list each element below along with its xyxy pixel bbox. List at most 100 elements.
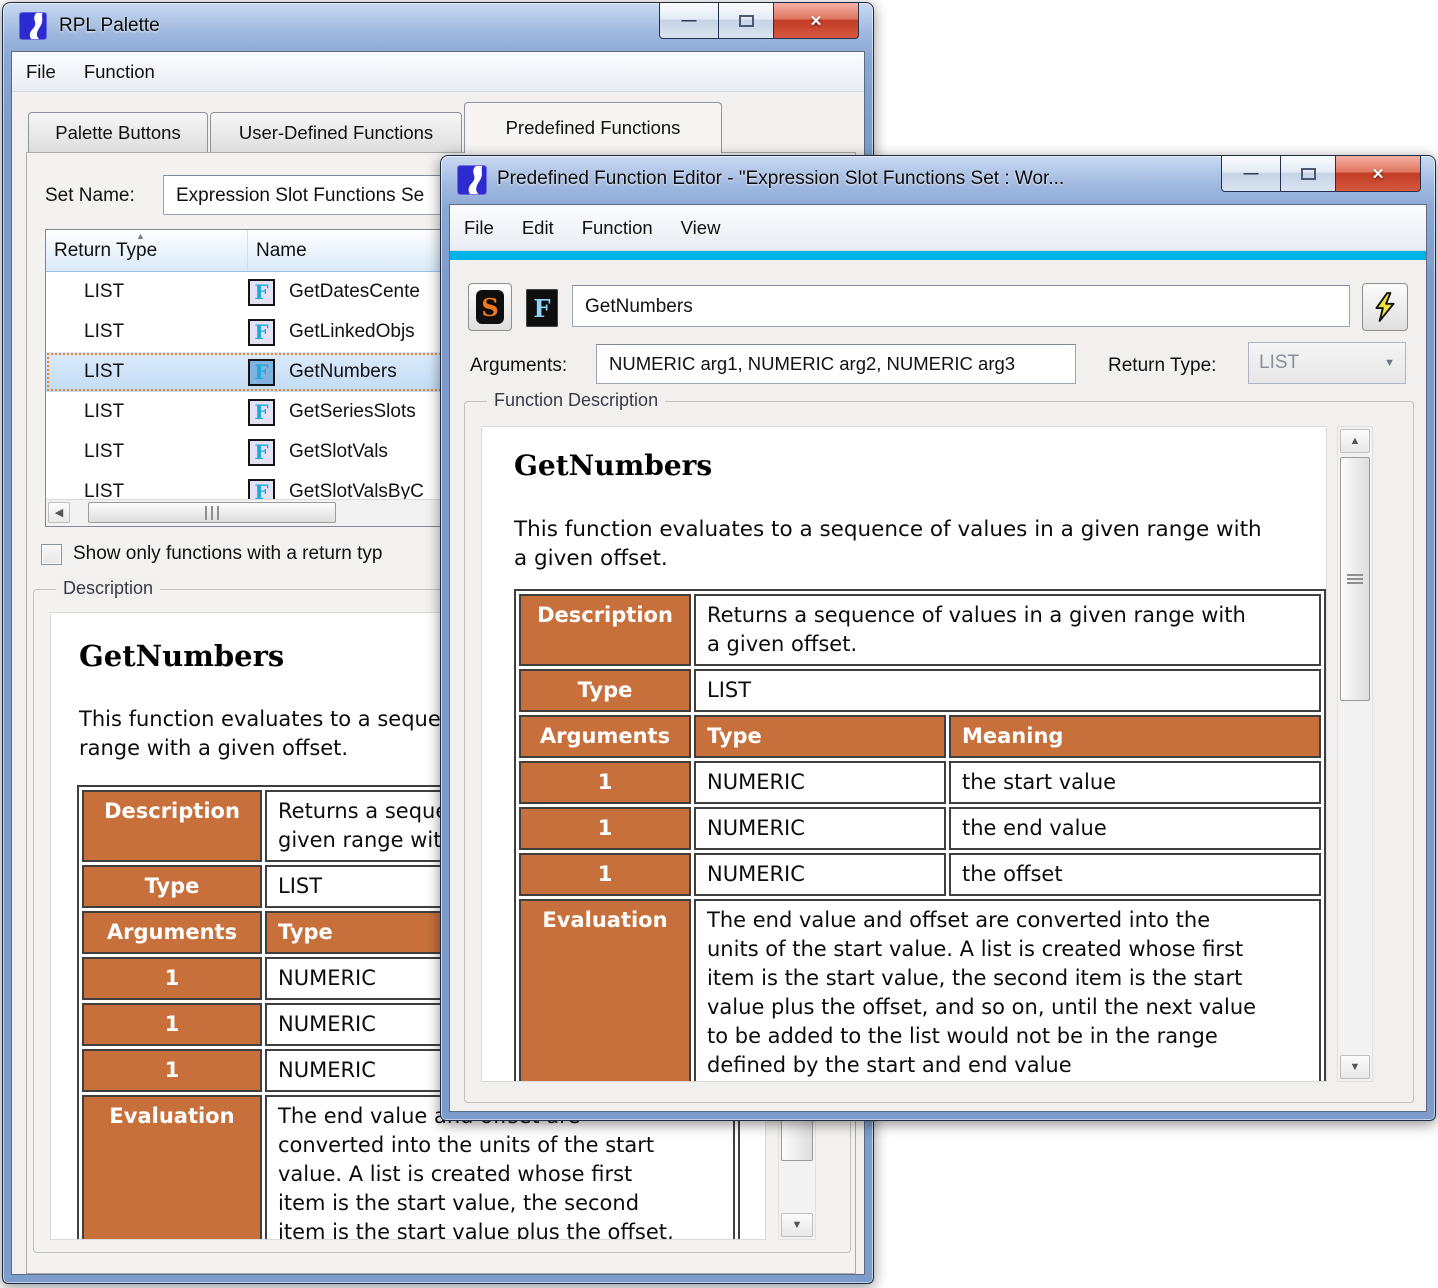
scroll-left-button[interactable]: ◀: [48, 502, 70, 523]
arg-meaning-cell: the end value: [949, 807, 1321, 850]
table-row: Arguments Type Meaning: [519, 715, 1321, 758]
function-heading: GetNumbers: [514, 449, 712, 482]
arg-type-cell: NUMERIC: [694, 807, 946, 850]
palette-menubar: File Function: [12, 52, 864, 92]
editor-menubar: File Edit Function View: [450, 205, 1426, 251]
function-name-input[interactable]: GetNumbers: [572, 285, 1350, 327]
meaning-header-cell: Meaning: [949, 715, 1321, 758]
sort-ascending-icon: ▲: [136, 231, 145, 241]
function-description-groupbox: Function Description GetNumbers This fun…: [464, 401, 1414, 1103]
evaluate-button[interactable]: [1362, 283, 1408, 331]
function-icon: F: [248, 319, 275, 346]
editor-client-area: File Edit Function View S F GetNumbers A…: [449, 204, 1427, 1112]
menu-function[interactable]: Function: [568, 217, 667, 239]
arguments-input[interactable]: NUMERIC arg1, NUMERIC arg2, NUMERIC arg3: [596, 344, 1076, 384]
scroll-down-button[interactable]: ▼: [1340, 1055, 1370, 1079]
palette-tabbar: Palette Buttons User-Defined Functions P…: [12, 96, 864, 153]
minimize-button[interactable]: —: [1221, 156, 1281, 192]
function-icon: F: [526, 289, 558, 327]
menu-view[interactable]: View: [667, 217, 735, 239]
function-icon: F: [248, 279, 275, 306]
type-label-cell: Type: [82, 865, 262, 908]
table-row: 1 NUMERIC the end value: [519, 807, 1321, 850]
maximize-icon: [739, 15, 754, 27]
set-name-label: Set Name:: [45, 185, 135, 207]
scroll-up-icon: ▲: [1350, 435, 1361, 447]
arg-num-cell: 1: [519, 807, 691, 850]
editor-window-title: Predefined Function Editor - "Expression…: [497, 156, 1064, 204]
palette-caption-buttons: — ✕: [659, 3, 859, 39]
menu-edit[interactable]: Edit: [508, 217, 568, 239]
slot-icon: S: [476, 290, 504, 324]
palette-window-title: RPL Palette: [59, 3, 160, 51]
table-row: Evaluation The end value and offset are …: [519, 899, 1321, 1082]
menu-file[interactable]: File: [12, 61, 70, 83]
evaluation-label-cell: Evaluation: [519, 899, 691, 1082]
function-description-document: GetNumbers This function evaluates to a …: [481, 426, 1327, 1082]
scroll-down-button[interactable]: ▼: [781, 1213, 813, 1237]
function-icon: F: [248, 399, 275, 426]
arguments-value: NUMERIC arg1, NUMERIC arg2, NUMERIC arg3: [609, 355, 1015, 374]
vertical-scrollbar-thumb[interactable]: [1340, 457, 1370, 701]
palette-titlebar[interactable]: RPL Palette — ✕: [3, 3, 873, 51]
close-button[interactable]: ✕: [773, 3, 859, 39]
riverware-logo-icon: [19, 12, 47, 40]
minimize-button[interactable]: —: [659, 3, 719, 39]
chevron-down-icon: ▼: [1384, 357, 1395, 369]
horizontal-scrollbar-thumb[interactable]: [88, 502, 336, 523]
type-label-cell: Type: [519, 669, 691, 712]
evaluation-label-cell: Evaluation: [82, 1095, 262, 1240]
close-button[interactable]: ✕: [1335, 156, 1421, 192]
tab-predefined-functions[interactable]: Predefined Functions: [464, 102, 722, 153]
function-description-group-title: Function Description: [487, 390, 665, 411]
function-icon: F: [248, 439, 275, 466]
arguments-label: Arguments:: [470, 355, 567, 377]
maximize-button[interactable]: [1281, 156, 1335, 192]
arguments-label-cell: Arguments: [82, 911, 262, 954]
accent-stripe: [450, 251, 1426, 260]
riverware-logo-icon: [457, 165, 485, 193]
scrollbar-grip: [1347, 572, 1363, 586]
predefined-function-editor-window: Predefined Function Editor - "Expression…: [440, 155, 1436, 1121]
arg-meaning-cell: the start value: [949, 761, 1321, 804]
table-row: 1 NUMERIC the start value: [519, 761, 1321, 804]
function-intro: This function evaluates to a sequence of…: [514, 515, 1274, 573]
lightning-icon: [1372, 292, 1398, 322]
editor-caption-buttons: — ✕: [1221, 156, 1421, 192]
function-icon: F: [248, 479, 275, 500]
minimize-icon: —: [1244, 165, 1259, 182]
maximize-button[interactable]: [719, 3, 773, 39]
filter-checkbox-row[interactable]: Show only functions with a return typ: [41, 543, 382, 565]
menu-function[interactable]: Function: [70, 61, 169, 83]
type-value-cell: LIST: [694, 669, 1321, 712]
close-icon: ✕: [810, 12, 823, 30]
arg-type-cell: NUMERIC: [694, 761, 946, 804]
arg-num-cell: 1: [82, 1003, 262, 1046]
scroll-up-button[interactable]: ▲: [1340, 429, 1370, 453]
table-row: 1 NUMERIC the offset: [519, 853, 1321, 896]
table-row: Description Returns a sequence of values…: [519, 594, 1321, 666]
tab-user-defined-functions[interactable]: User-Defined Functions: [210, 112, 462, 153]
scroll-left-icon: ◀: [55, 506, 63, 519]
editor-titlebar[interactable]: Predefined Function Editor - "Expression…: [441, 156, 1435, 204]
evaluation-value-cell: The end value and offset are converted i…: [694, 899, 1321, 1082]
function-heading: GetNumbers: [79, 639, 284, 673]
arg-num-cell: 1: [519, 761, 691, 804]
column-header-return-type[interactable]: ▲ Return Type: [46, 230, 248, 271]
scroll-down-icon: ▼: [1350, 1061, 1361, 1073]
desktop: RPL Palette — ✕ File Function Palette Bu…: [0, 0, 1438, 1288]
slot-button[interactable]: S: [468, 283, 512, 331]
menu-file[interactable]: File: [450, 217, 508, 239]
arguments-label-cell: Arguments: [519, 715, 691, 758]
tab-palette-buttons[interactable]: Palette Buttons: [28, 112, 208, 153]
arg-type-cell: NUMERIC: [694, 853, 946, 896]
minimize-icon: —: [682, 12, 697, 29]
arg-num-cell: 1: [519, 853, 691, 896]
function-icon: F: [248, 359, 275, 386]
function-detail-table: Description Returns a sequence of values…: [514, 589, 1326, 1082]
description-vertical-scrollbar: ▲ ▼: [1337, 426, 1373, 1082]
description-value-cell: Returns a sequence of values in a given …: [694, 594, 1321, 666]
function-name-value: GetNumbers: [585, 297, 693, 316]
checkbox-unchecked[interactable]: [41, 544, 62, 565]
column-header-name[interactable]: Name: [248, 230, 307, 271]
